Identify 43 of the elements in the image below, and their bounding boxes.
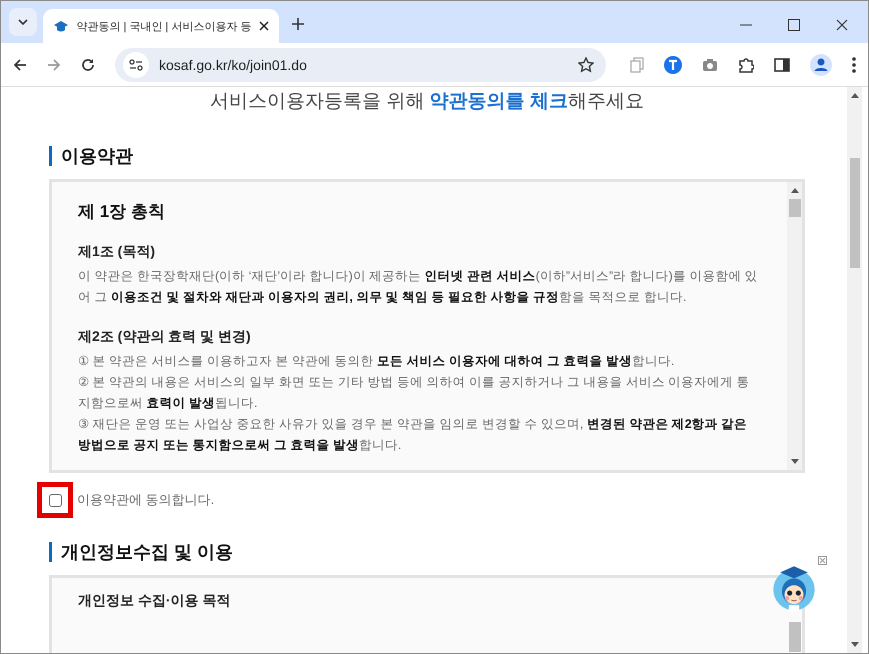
reload-icon[interactable] — [81, 58, 95, 72]
scrollbar-thumb[interactable] — [788, 622, 800, 652]
graduation-cap-icon — [53, 20, 68, 32]
close-icon[interactable] — [836, 19, 848, 31]
maximize-icon[interactable] — [788, 19, 800, 31]
profile-avatar-icon[interactable] — [810, 54, 832, 76]
back-arrow-icon[interactable] — [13, 58, 27, 72]
agree-checkbox[interactable] — [48, 494, 62, 506]
scrollbar-thumb[interactable] — [788, 199, 800, 217]
article-title: 제2조 (약관의 효력 및 변경) — [78, 328, 252, 346]
scroll-up-arrow-icon[interactable] — [790, 188, 798, 193]
scroll-down-arrow-icon[interactable] — [790, 459, 798, 464]
checkbox-label: 이용약관에 동의합니다. — [77, 491, 214, 509]
url-text: kosaf.go.kr/ko/join01.do — [159, 56, 308, 72]
browser-tab[interactable]: 약관동의 | 국내인 | 서비스이용자 등 — [43, 9, 279, 43]
article-title: 제1조 (목적) — [78, 243, 156, 261]
article-paragraph: ③ 재단은 운영 또는 사업상 중요한 사유가 있을 경우 본 약관을 임의로 변경할 수 있으며, 변경된 약관은 제2항과 같은 방법으로 공지 또는 통지함으로써 그 효력을 발생합니다. — [78, 416, 748, 454]
section-title: 이용약관 — [49, 146, 805, 166]
tab-title: 약관동의 | 국내인 | 서비스이용자 등 — [76, 20, 252, 34]
star-icon[interactable] — [578, 56, 594, 72]
scroll-down-arrow-icon[interactable] — [850, 642, 858, 647]
section-title: 개인정보수집 및 이용 — [49, 542, 805, 562]
chevron-down-icon — [18, 19, 28, 25]
intro-heading: 서비스이용자등록을 위해 약관동의를 체크해주세요 — [209, 90, 645, 114]
side-panel-icon[interactable] — [774, 58, 790, 72]
new-tab-icon[interactable] — [291, 17, 305, 31]
site-settings-icon[interactable] — [129, 58, 143, 70]
forward-arrow-icon[interactable] — [47, 58, 61, 72]
minimize-icon[interactable] — [740, 24, 752, 26]
camera-icon[interactable] — [702, 58, 718, 72]
address-bar[interactable]: kosaf.go.kr/ko/join01.do — [115, 48, 606, 82]
scrollbar-thumb[interactable] — [850, 158, 860, 268]
scroll-up-arrow-icon[interactable] — [850, 93, 858, 98]
article-title: 개인정보 수집·이용 목적 — [78, 592, 232, 610]
close-icon[interactable] — [259, 21, 269, 31]
puzzle-piece-icon[interactable] — [738, 56, 754, 72]
tab-list-button[interactable] — [9, 8, 37, 36]
letter-t-icon[interactable] — [664, 56, 682, 74]
article-paragraph: 이 약관은 한국장학재단(이하 ‘재단’이라 합니다)이 제공하는 인터넷 관련 서비스(이하”서비스”라 합니다)를 이용함에 있어 그 이용조건 및 절차와 재단과 이용자의 권리, 의무 및 책임 등 필요한 사항을 규정함을 목적으로 합니다. — [78, 268, 759, 306]
article-paragraph: ① 본 약관은 서비스를 이용하고자 본 약관에 동의한 모든 서비스 이용자에 대하여 그 효력을 발생합니다. — [78, 353, 676, 370]
more-menu-icon[interactable] — [852, 56, 856, 72]
article-paragraph: ② 본 약관의 내용은 서비스의 일부 화면 또는 기타 방법 등에 의하여 이를 공지하거나 그 내용을 서비스 이용자에게 통지함으로써 효력이 발생됩니다. — [78, 374, 751, 412]
chapter-title: 제 1장 총칙 — [78, 201, 166, 223]
